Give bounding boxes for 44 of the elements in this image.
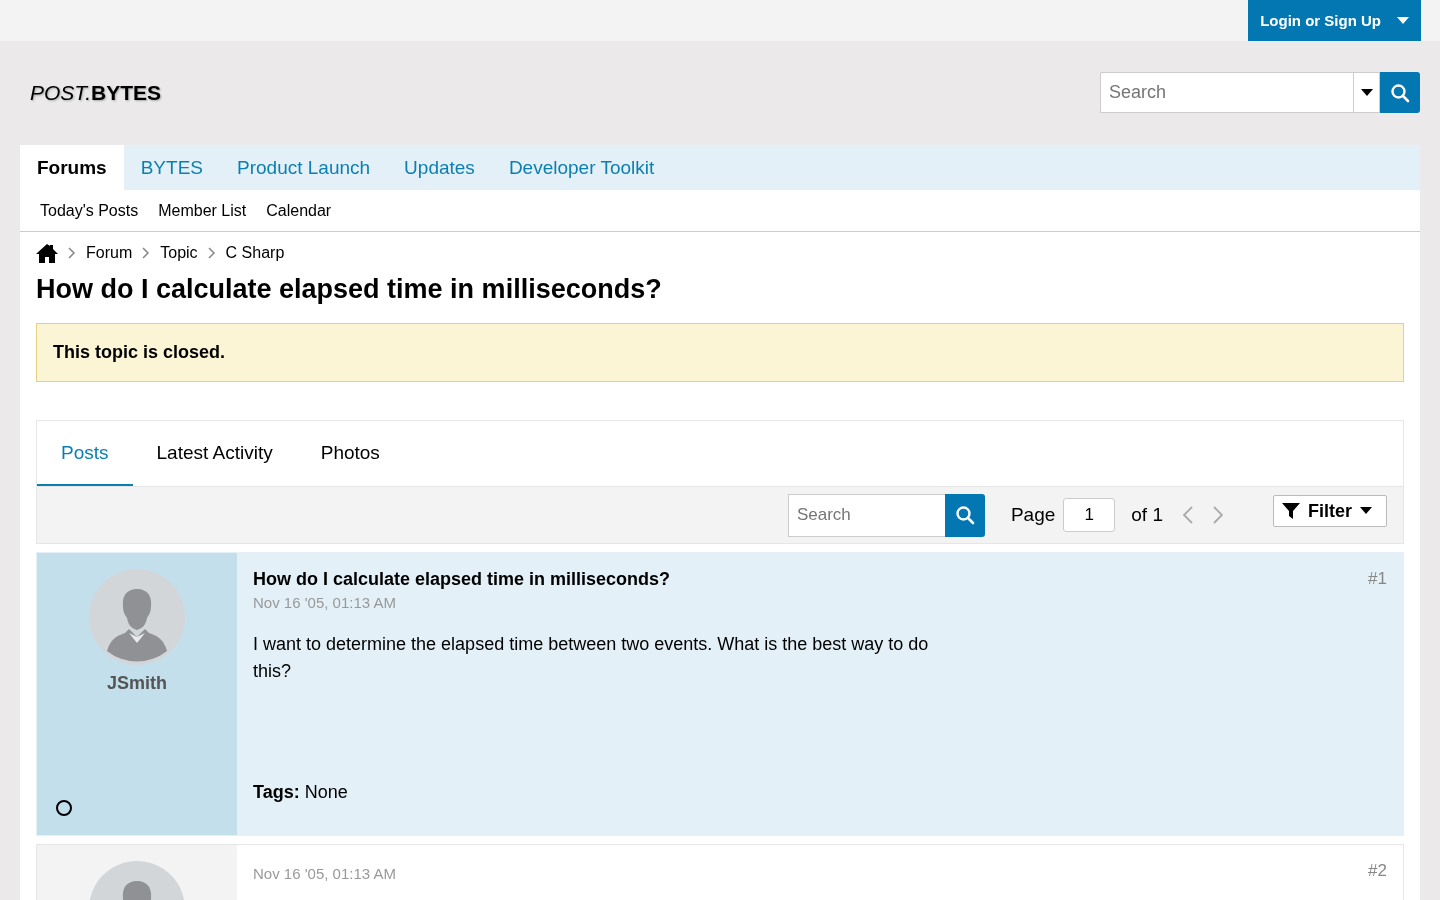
- username[interactable]: JSmith: [107, 673, 167, 694]
- home-icon[interactable]: [36, 243, 58, 263]
- post-tags: Tags: None: [253, 782, 1387, 819]
- search-icon: [1390, 82, 1410, 103]
- search-field[interactable]: Search: [1100, 72, 1353, 113]
- funnel-icon: [1282, 502, 1300, 520]
- topic-tab[interactable]: Latest Activity: [132, 421, 297, 486]
- nav-tab[interactable]: Developer Toolkit: [491, 145, 672, 190]
- sub-nav-link[interactable]: Calendar: [266, 201, 332, 220]
- caret-icon: [1397, 16, 1409, 25]
- caret-icon: [1360, 88, 1373, 97]
- breadcrumb-link[interactable]: C Sharp: [225, 244, 285, 262]
- page-title: How do I calculate elapsed time in milliseconds?: [36, 274, 663, 305]
- login-button[interactable]: Login or Sign Up: [1248, 0, 1421, 41]
- topic-tab[interactable]: Photos: [296, 421, 404, 486]
- search-button[interactable]: [944, 493, 985, 537]
- chevron-icon: [68, 247, 76, 259]
- post-number[interactable]: #2: [1368, 861, 1387, 882]
- search-button[interactable]: [1380, 72, 1420, 113]
- nav-tab[interactable]: Forums: [20, 145, 124, 190]
- search-icon: [954, 505, 975, 525]
- nav-tab[interactable]: Product Launch: [220, 145, 388, 190]
- filter-button[interactable]: Filter: [1273, 495, 1387, 527]
- post-title: How do I calculate elapsed time in milliseconds?: [253, 569, 671, 590]
- nav-tab[interactable]: BYTES: [123, 145, 220, 190]
- sub-nav-link[interactable]: Today's Posts: [40, 201, 139, 220]
- breadcrumb-link[interactable]: Forum: [86, 244, 133, 262]
- page-field[interactable]: 1: [1063, 498, 1116, 532]
- search-options-button[interactable]: [1353, 72, 1380, 113]
- caret-icon: [1360, 507, 1372, 515]
- page-label: Page: [1010, 504, 1056, 526]
- chevron-icon: [207, 247, 216, 259]
- nav-tab[interactable]: Updates: [387, 145, 492, 190]
- post-date: Nov 16 '05, 01:13 AM: [253, 865, 396, 882]
- avatar-icon: [89, 569, 185, 665]
- chevron-icon: [142, 247, 151, 259]
- breadcrumb-link[interactable]: Topic: [160, 244, 198, 262]
- sub-nav-link[interactable]: Member List: [158, 201, 247, 220]
- page-total: of 1: [1131, 504, 1163, 526]
- closed-notice: This topic is closed.: [36, 323, 1404, 382]
- search-field[interactable]: Search: [787, 493, 945, 537]
- site-logo[interactable]: POST.BYTES: [30, 80, 162, 105]
- post-body: I want to determine the elapsed time between two events. What is the best way to do this?: [253, 633, 930, 683]
- post-date: Nov 16 '05, 01:13 AM: [253, 594, 397, 611]
